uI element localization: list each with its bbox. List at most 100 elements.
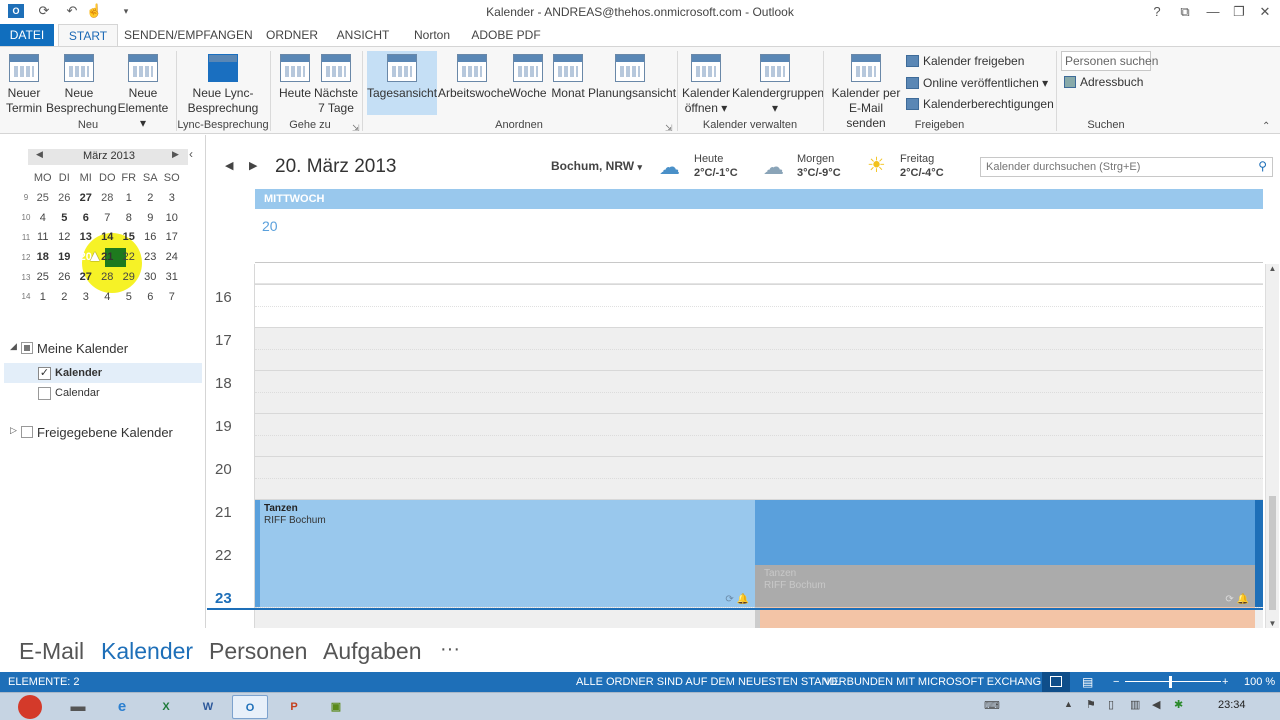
help-button[interactable]: ?: [1145, 2, 1169, 22]
mini-calendar-day[interactable]: 25: [32, 267, 54, 287]
zoom-slider-thumb[interactable]: [1169, 676, 1172, 688]
nav-email[interactable]: E-Mail: [19, 638, 84, 665]
location-selector[interactable]: Bochum, NRW ▾: [551, 159, 642, 173]
mini-calendar-day[interactable]: 1: [118, 188, 140, 208]
tab-datei[interactable]: DATEI: [0, 24, 54, 46]
action-center-icon[interactable]: ⚑: [1086, 698, 1096, 711]
mini-calendar-day[interactable]: 14: [97, 228, 119, 248]
mini-calendar-day[interactable]: 5: [118, 287, 140, 307]
battery-icon[interactable]: ▯: [1108, 698, 1114, 711]
nav-aufgaben[interactable]: Aufgaben: [323, 638, 421, 665]
today-button[interactable]: Heute: [276, 51, 314, 101]
zoom-out-icon[interactable]: −: [1113, 672, 1119, 692]
undo-icon[interactable]: ↶: [64, 4, 80, 18]
outlook-app-icon[interactable]: O: [8, 4, 24, 18]
mini-calendar-day[interactable]: 22: [118, 247, 140, 267]
nav-more-icon[interactable]: ···: [440, 638, 460, 661]
dialog-launcher-icon[interactable]: ⇲: [665, 123, 673, 134]
mini-calendar-day[interactable]: 12: [54, 228, 76, 248]
outlook-taskbar-icon[interactable]: O: [232, 695, 268, 719]
calendar-search-input[interactable]: [981, 158, 1241, 176]
calendar-search-box[interactable]: ⚲: [980, 157, 1273, 177]
tab-start[interactable]: START: [58, 24, 118, 47]
close-icon[interactable]: ✕: [1253, 2, 1277, 22]
normal-view-button[interactable]: [1042, 672, 1070, 692]
mini-calendar-day[interactable]: 2: [54, 287, 76, 307]
tab-norton[interactable]: Norton: [406, 24, 458, 46]
day-view-button[interactable]: Tagesansicht: [367, 51, 437, 115]
mini-calendar-day[interactable]: 25: [32, 188, 54, 208]
network-icon[interactable]: ▥: [1130, 698, 1140, 711]
mini-calendar-day[interactable]: 2: [140, 188, 162, 208]
mini-calendar-day[interactable]: 27: [75, 267, 97, 287]
zoom-in-icon[interactable]: +: [1222, 672, 1228, 692]
tab-adobe-pdf[interactable]: ADOBE PDF: [468, 24, 544, 46]
mini-calendar-day[interactable]: 3: [161, 188, 183, 208]
new-appointment-button[interactable]: Neuer Termin: [4, 51, 44, 116]
mini-calendar-day[interactable]: 17: [161, 228, 183, 248]
calendar-item-selected[interactable]: [4, 363, 202, 383]
mini-calendar-day[interactable]: 31: [161, 267, 183, 287]
mini-calendar-day[interactable]: 15: [118, 228, 140, 248]
hour-row[interactable]: [255, 327, 1263, 370]
security-icon[interactable]: ✱: [1174, 698, 1183, 711]
scroll-up-icon[interactable]: ▲: [1266, 264, 1279, 273]
minimize-icon[interactable]: —: [1201, 2, 1225, 22]
nav-personen[interactable]: Personen: [209, 638, 307, 665]
collapsed-arrow-icon[interactable]: ▷: [10, 425, 17, 436]
maximize-icon[interactable]: ❐: [1227, 2, 1251, 22]
tab-senden-empfangen[interactable]: SENDEN/EMPFANGEN: [124, 24, 253, 46]
all-day-area[interactable]: [255, 209, 1263, 263]
mini-calendar-day[interactable]: 10: [161, 208, 183, 228]
mini-calendar-day[interactable]: 4: [32, 208, 54, 228]
collapse-ribbon-icon[interactable]: ⌃: [1262, 121, 1270, 132]
powerpoint-icon[interactable]: P: [276, 695, 312, 719]
day-column-header[interactable]: MITTWOCH: [255, 189, 1263, 209]
address-book-button[interactable]: Adressbuch: [1064, 75, 1143, 89]
mini-calendar-day[interactable]: 7: [97, 208, 119, 228]
mini-calendar-day[interactable]: 18: [32, 247, 54, 267]
touch-mode-icon[interactable]: ☝: [86, 4, 102, 18]
mini-calendar-day[interactable]: 26: [54, 188, 76, 208]
work-week-button[interactable]: Arbeitswoche: [438, 51, 510, 101]
mini-calendar-day[interactable]: 28: [97, 267, 119, 287]
file-explorer-icon[interactable]: ▬: [60, 695, 96, 719]
dialog-launcher-icon[interactable]: ⇲: [352, 123, 360, 134]
mini-calendar-day[interactable]: 13: [75, 228, 97, 248]
nav-kalender[interactable]: Kalender: [101, 638, 193, 665]
month-button[interactable]: Monat: [549, 51, 587, 101]
tab-ordner[interactable]: ORDNER: [262, 24, 322, 46]
search-icon[interactable]: ⚲: [1258, 159, 1267, 173]
calendar-item-calendar[interactable]: Calendar: [55, 387, 100, 399]
volume-icon[interactable]: ◀: [1152, 698, 1160, 711]
vertical-scrollbar[interactable]: ▲ ▼: [1265, 264, 1279, 628]
kalender-checkbox[interactable]: ✓: [38, 367, 51, 380]
shared-calendars-header[interactable]: Freigegebene Kalender: [37, 425, 173, 440]
expand-arrow-icon[interactable]: ◢: [10, 341, 17, 352]
mini-calendar-day[interactable]: 9: [140, 208, 162, 228]
ribbon-display-icon[interactable]: ⧉: [1173, 2, 1197, 22]
share-calendar-button[interactable]: Kalender freigeben: [906, 54, 1024, 68]
mini-calendar-day[interactable]: 5: [54, 208, 76, 228]
mini-calendar-day[interactable]: 8: [118, 208, 140, 228]
mini-calendar-day[interactable]: 1: [32, 287, 54, 307]
mini-calendar-day[interactable]: 23: [140, 247, 162, 267]
send-receive-icon[interactable]: ⟳: [36, 4, 52, 18]
scrollbar-thumb[interactable]: [1269, 496, 1276, 610]
mini-calendar-day[interactable]: 11: [32, 228, 54, 248]
next-7-days-button[interactable]: Nächste 7 Tage: [314, 51, 358, 116]
publish-online-button[interactable]: Online veröffentlichen ▾: [906, 76, 1048, 90]
my-calendars-header[interactable]: Meine Kalender: [37, 341, 128, 356]
mini-calendar-day[interactable]: 16: [140, 228, 162, 248]
previous-day-icon[interactable]: ◀: [225, 159, 233, 172]
internet-explorer-icon[interactable]: e: [104, 695, 140, 719]
customize-qat-icon[interactable]: ▾: [118, 4, 134, 18]
clock[interactable]: 23:34: [1218, 699, 1246, 711]
calendar-checkbox[interactable]: [38, 387, 51, 400]
new-meeting-button[interactable]: Neue Besprechung: [46, 51, 117, 116]
mini-calendar-day[interactable]: 29: [118, 267, 140, 287]
new-lync-meeting-button[interactable]: Neue Lync- Besprechung: [184, 51, 262, 116]
week-button[interactable]: Woche: [508, 51, 548, 101]
tray-expand-icon[interactable]: ▲: [1064, 699, 1073, 709]
mini-calendar-day[interactable]: 30: [140, 267, 162, 287]
